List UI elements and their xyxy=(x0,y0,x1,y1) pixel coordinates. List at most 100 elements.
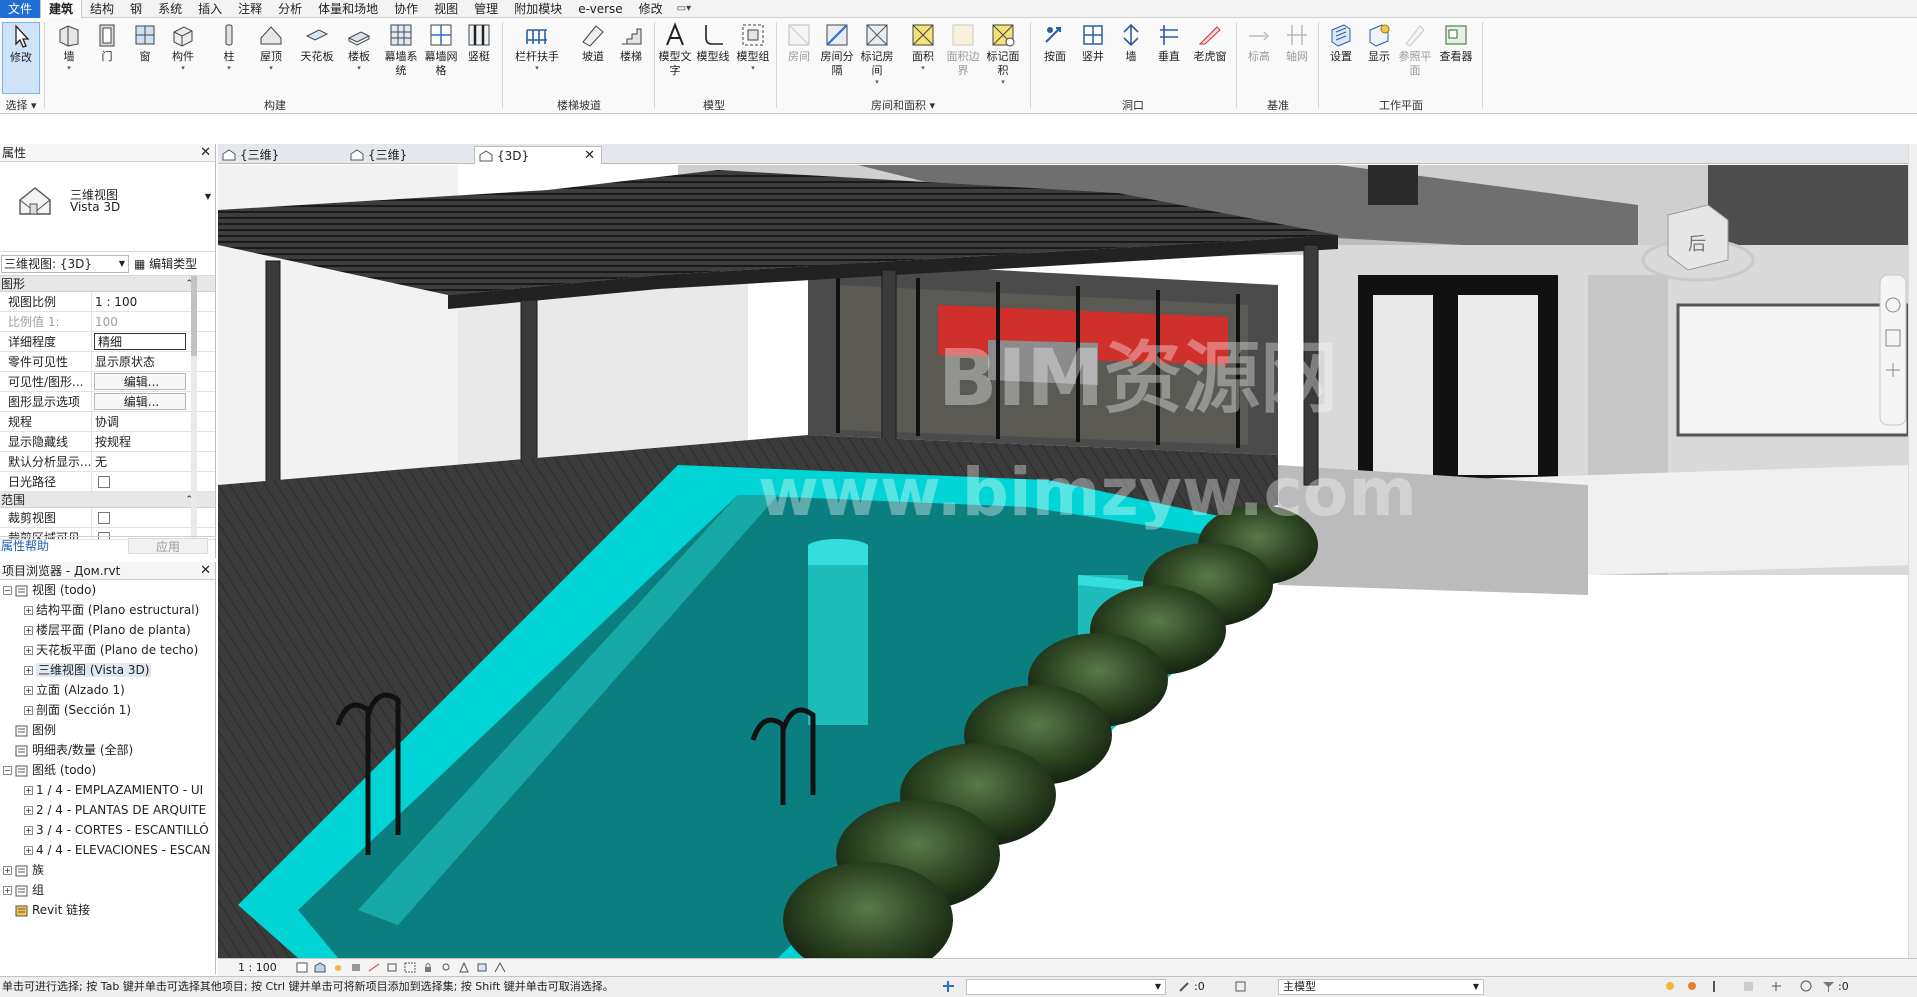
component-button[interactable]: 构件 ▾ xyxy=(164,22,202,72)
curtain-system-button[interactable]: 幕墙系统 xyxy=(382,22,420,78)
browser-item[interactable]: + 天花板平面 (Plano de techo) xyxy=(0,640,215,660)
select-pinned-icon[interactable] xyxy=(1708,980,1721,993)
menu-collaborate[interactable]: 协作 xyxy=(386,0,426,18)
menu-massing[interactable]: 体量和场地 xyxy=(310,0,386,18)
expand-icon[interactable]: + xyxy=(24,606,33,615)
worksharing-icon[interactable] xyxy=(476,962,488,973)
detail-level-icon[interactable] xyxy=(296,962,308,973)
view-tab[interactable]: {三维} xyxy=(346,146,466,164)
browser-category[interactable]: 明细表/数量 (全部) xyxy=(0,740,215,760)
by-face-button[interactable]: 按面 xyxy=(1036,22,1074,64)
close-icon[interactable]: ✕ xyxy=(200,562,211,580)
collapse-icon[interactable]: − xyxy=(3,766,12,775)
window-button[interactable]: 窗 xyxy=(126,22,164,64)
render-icon[interactable] xyxy=(368,962,380,973)
type-selector[interactable]: 三维视图 Vista 3D ▼ xyxy=(0,162,215,252)
roof-button[interactable]: 屋顶 ▾ xyxy=(252,22,290,72)
select-links-icon[interactable] xyxy=(1664,980,1677,993)
expand-icon[interactable]: + xyxy=(24,686,33,695)
apply-button[interactable]: 应用 xyxy=(128,538,208,554)
hidden-lines-value[interactable]: 按规程 xyxy=(92,432,184,451)
browser-category[interactable]: + 族 xyxy=(0,860,215,880)
instance-selector[interactable]: 三维视图: {3D} ▼ xyxy=(1,255,129,273)
parts-visibility-value[interactable]: 显示原状态 xyxy=(92,352,184,371)
menu-manage[interactable]: 管理 xyxy=(466,0,506,18)
area-boundary-button[interactable]: 面积边界 xyxy=(944,22,982,78)
ref-plane-button[interactable]: 参照平面 xyxy=(1396,22,1434,78)
3d-model-render[interactable]: BIM资源网 www.bimzyw.com 后 xyxy=(218,165,1908,958)
browser-item[interactable]: +4 / 4 - ELEVACIONES - ESCAN xyxy=(0,840,215,860)
analysis-display-value[interactable]: 无 xyxy=(92,452,184,471)
browser-item[interactable]: +3 / 4 - CORTES - ESCANTILLÓ xyxy=(0,820,215,840)
menu-everse[interactable]: e-verse xyxy=(570,0,630,18)
crop-view-icon[interactable] xyxy=(386,962,398,973)
browser-item[interactable]: + 立面 (Alzado 1) xyxy=(0,680,215,700)
stair-button[interactable]: 楼梯 xyxy=(612,22,650,64)
floor-button[interactable]: 楼板 ▾ xyxy=(340,22,378,72)
model-group-button[interactable]: 模型组 ▾ xyxy=(734,22,772,72)
menu-architecture[interactable]: 建筑 xyxy=(40,0,83,18)
room-button[interactable]: 房间 xyxy=(780,22,818,64)
menu-annotate[interactable]: 注释 xyxy=(230,0,270,18)
expand-icon[interactable]: + xyxy=(3,886,12,895)
expand-icon[interactable]: + xyxy=(24,626,33,635)
browser-item[interactable]: + 剖面 (Sección 1) xyxy=(0,700,215,720)
expand-icon[interactable]: + xyxy=(24,786,33,795)
panel-room-area-label[interactable]: 房间和面积 ▾ xyxy=(780,98,1026,113)
viewport-scrollbar[interactable] xyxy=(1908,144,1917,958)
ramp-button[interactable]: 坡道 xyxy=(574,22,612,64)
analytical-model-icon[interactable] xyxy=(494,962,506,973)
panel-select-label[interactable]: 选择 ▾ xyxy=(0,98,42,113)
close-icon[interactable]: ✕ xyxy=(200,144,211,162)
section-graphics[interactable]: 图形 ⌃ xyxy=(0,276,215,292)
room-separator-button[interactable]: 房间分隔 xyxy=(818,22,856,78)
browser-category[interactable]: 图例 xyxy=(0,720,215,740)
dormer-button[interactable]: 老虎窗 xyxy=(1188,22,1232,64)
visual-style-icon[interactable] xyxy=(314,962,326,973)
discipline-value[interactable]: 协调 xyxy=(92,412,184,431)
column-button[interactable]: 柱 ▾ xyxy=(210,22,248,72)
area-button[interactable]: 面积 ▾ xyxy=(904,22,942,72)
graphic-display-edit-button[interactable]: 编辑... xyxy=(94,393,186,410)
set-workplane-button[interactable]: 设置 xyxy=(1322,22,1360,64)
browser-category[interactable]: − 图纸 (todo) xyxy=(0,760,215,780)
viewer-button[interactable]: 查看器 xyxy=(1434,22,1478,64)
navigation-bar[interactable] xyxy=(1879,274,1907,426)
shaft-button[interactable]: 竖井 xyxy=(1074,22,1112,64)
3d-viewport[interactable]: BIM资源网 www.bimzyw.com 后 xyxy=(218,165,1908,958)
menu-steel[interactable]: 钢 xyxy=(122,0,150,18)
temp-hide-icon[interactable] xyxy=(440,962,452,973)
menu-analyze[interactable]: 分析 xyxy=(270,0,310,18)
reveal-hidden-icon[interactable] xyxy=(458,962,470,973)
mullion-button[interactable]: 竖梃 xyxy=(460,22,498,64)
edit-type-button[interactable]: ▦ 编辑类型 xyxy=(134,255,197,273)
expand-icon[interactable]: + xyxy=(24,666,33,675)
browser-item[interactable]: + 结构平面 (Plano estructural) xyxy=(0,600,215,620)
select-underlay-icon[interactable] xyxy=(1686,980,1699,993)
menu-insert[interactable]: 插入 xyxy=(190,0,230,18)
view-scale-button[interactable]: 1 : 100 xyxy=(238,959,277,976)
curtain-grid-button[interactable]: 幕墙网格 xyxy=(422,22,460,78)
tag-area-button[interactable]: 标记面积 ▾ xyxy=(984,22,1022,86)
view-scale-value[interactable]: 1 : 100 xyxy=(92,292,184,311)
modify-button[interactable]: 修改 xyxy=(2,22,40,94)
model-text-button[interactable]: 模型文字 xyxy=(656,22,694,78)
ceiling-button[interactable]: 天花板 xyxy=(296,22,338,64)
view-tab[interactable]: {三维} xyxy=(218,146,338,164)
menu-view[interactable]: 视图 xyxy=(426,0,466,18)
opening-wall-button[interactable]: 墙 xyxy=(1112,22,1150,64)
sun-path-icon[interactable] xyxy=(332,962,344,973)
drag-elements-icon[interactable] xyxy=(1770,980,1783,993)
scroll-thumb[interactable] xyxy=(191,276,197,356)
vertical-opening-button[interactable]: 垂直 xyxy=(1150,22,1188,64)
railing-button[interactable]: 栏杆扶手 ▾ xyxy=(510,22,564,72)
properties-scrollbar[interactable] xyxy=(191,276,197,546)
menu-file[interactable]: 文件 xyxy=(0,0,41,18)
browser-item[interactable]: + 三维视图 (Vista 3D) xyxy=(0,660,215,680)
background-process-icon[interactable] xyxy=(1800,980,1813,993)
door-button[interactable]: 门 xyxy=(88,22,126,64)
grid-button[interactable]: 轴网 xyxy=(1278,22,1316,64)
properties-help-link[interactable]: 属性帮助 xyxy=(1,537,49,555)
tag-room-button[interactable]: 标记房间 ▾ xyxy=(858,22,896,86)
editable-icon[interactable] xyxy=(1178,980,1191,993)
